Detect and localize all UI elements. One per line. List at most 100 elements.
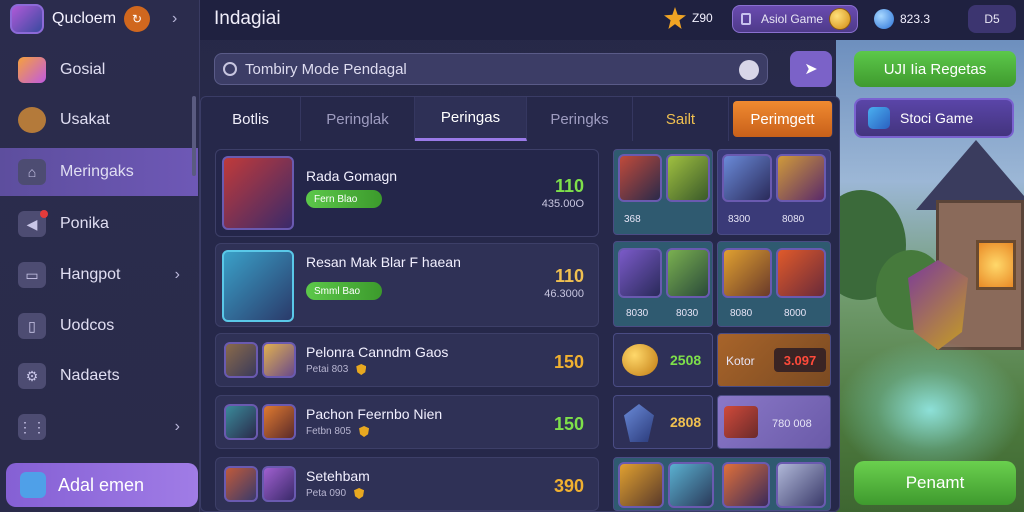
register-button[interactable]: UJI Iia Regetas <box>854 51 1016 87</box>
gems-counter: 823.3 <box>874 9 930 29</box>
hero-portrait <box>618 248 662 298</box>
sidebar-item-gosial[interactable]: Gosial <box>0 46 198 94</box>
list-item[interactable]: Resan Mak Blar F haean Smml Bao 110 46.3… <box>215 243 599 327</box>
search-input[interactable]: Tombiry Mode Pendagal <box>245 61 407 78</box>
reward-value: 2808 <box>670 414 702 430</box>
hero-portrait <box>262 342 296 378</box>
chevron-right-icon: › <box>174 266 180 283</box>
chevron-right-icon[interactable]: › <box>172 10 177 28</box>
tab-sailt[interactable]: Sailt <box>633 97 729 141</box>
row-value: 150 <box>553 352 584 372</box>
sidebar-item-usakat[interactable]: Usakat <box>0 96 198 144</box>
hero-portrait <box>722 462 770 508</box>
shop-card[interactable]: 780 008 <box>717 395 831 449</box>
hero-card-row[interactable] <box>613 457 831 511</box>
row-title: Pachon Feernbo Nien <box>306 406 443 422</box>
sidebar: Qucloem ↻ › Gosial Usakat ⌂ Meringaks ◀ … <box>0 0 200 512</box>
tag-pill: Smml Bao <box>306 282 382 300</box>
portal-glow-art <box>836 340 1024 480</box>
sidebar-item-ponika[interactable]: ◀ Ponika <box>0 200 198 248</box>
coin-icon <box>829 8 852 30</box>
add-game-button[interactable]: Adal emen <box>6 463 198 507</box>
kotor-label: Kotor <box>726 354 755 368</box>
search-bar[interactable]: Tombiry Mode Pendagal <box>214 53 768 85</box>
voice-search-icon[interactable] <box>739 60 759 80</box>
tab-peringlak[interactable]: Peringlak <box>301 97 415 141</box>
reward-value: 2508 <box>670 352 702 368</box>
refresh-icon[interactable]: ↻ <box>124 6 151 32</box>
tab-peringks[interactable]: Peringks <box>527 97 633 141</box>
game-box-icon <box>868 107 890 129</box>
cell-label: 8000 <box>784 308 807 319</box>
hero-portrait <box>224 404 258 440</box>
sidebar-item-label: Ponika <box>60 215 109 232</box>
row-sub-text: Fetbn 805 <box>306 426 352 438</box>
sidebar-item-label: Usakat <box>60 111 110 128</box>
ds-button[interactable]: D5 <box>968 5 1016 33</box>
sidebar-item-nadaets[interactable]: ⚙ Nadaets <box>0 352 198 400</box>
kotor-price: 3.097 <box>774 348 826 372</box>
sidebar-item-meringaks[interactable]: ⌂ Meringaks <box>0 148 198 196</box>
hero-card[interactable]: 8300 8080 <box>717 149 831 235</box>
penamt-button[interactable]: Penamt <box>854 461 1016 505</box>
row-title: Setehbam <box>306 468 370 484</box>
stars-counter: Z90 <box>664 7 713 29</box>
crystal-icon <box>624 404 654 442</box>
reward-card[interactable]: 2808 <box>613 395 713 449</box>
stoci-game-button[interactable]: Stoci Game <box>854 98 1014 138</box>
row-sub-value: 435.00O <box>541 198 584 210</box>
row-sub-text: Peta 090 <box>306 488 347 500</box>
sidebar-item-more[interactable]: ⋮⋮ › <box>0 403 198 451</box>
reward-card[interactable]: 2508 <box>613 333 713 387</box>
main-panel: Botlis Peringlak Peringas Peringks Sailt… <box>200 96 840 512</box>
tab-peringas[interactable]: Peringas <box>415 97 527 141</box>
hero-card[interactable]: 368 <box>613 149 713 235</box>
chevron-right-icon: › <box>174 418 180 435</box>
sidebar-item-label: Uodcos <box>60 317 115 334</box>
settings-icon: ⚙ <box>18 363 46 389</box>
list-item[interactable]: Pachon Feernbo Nien Fetbn 805 150 <box>215 395 599 449</box>
list-item[interactable]: Pelonra Canndm Gaos Petai 803 150 <box>215 333 599 387</box>
tab-perimgett[interactable]: Perimgett <box>733 101 833 137</box>
coin-bag-icon <box>18 107 46 133</box>
sidebar-item-hangpot[interactable]: ▭ Hangpot › <box>0 251 198 299</box>
row-sub-value: 46.3000 <box>544 288 584 300</box>
hero-portrait <box>224 342 258 378</box>
hero-portrait <box>222 250 294 322</box>
row-value: 110 <box>554 266 584 286</box>
share-button[interactable]: ➤ <box>790 51 832 87</box>
row-value: 110 <box>554 176 584 196</box>
gold-coin-icon <box>622 344 658 376</box>
grid-icon: ⋮⋮ <box>18 414 46 440</box>
hero-portrait <box>262 404 296 440</box>
tab-botlis[interactable]: Botlis <box>201 97 301 141</box>
row-sub-text: Petai 803 <box>306 364 349 376</box>
game-currency-pill[interactable]: Asiol Game <box>732 5 858 33</box>
inbox-icon: ▭ <box>18 262 46 288</box>
lit-window-art <box>976 240 1016 290</box>
cell-label: 8030 <box>676 308 699 319</box>
sidebar-scrollbar[interactable] <box>192 96 196 176</box>
sidebar-item-uodcos[interactable]: ▯ Uodcos <box>0 302 198 350</box>
tab-bar: Botlis Peringlak Peringas Peringks Sailt… <box>201 97 841 141</box>
hero-portrait <box>776 462 826 508</box>
kotor-card[interactable]: Kotor 3.097 <box>717 333 831 387</box>
cell-label: 8300 <box>728 214 751 225</box>
profile-header[interactable]: Qucloem ↻ › <box>10 4 177 34</box>
search-icon <box>223 62 237 76</box>
cell-label: 368 <box>624 214 641 225</box>
hero-card[interactable]: 8030 8030 <box>613 241 713 327</box>
hero-portrait <box>776 154 826 202</box>
stars-value: Z90 <box>692 11 713 25</box>
list-item[interactable]: Setehbam Peta 090 390 <box>215 457 599 511</box>
add-game-label: Adal emen <box>58 474 145 495</box>
hero-card[interactable]: 8080 8000 <box>717 241 831 327</box>
shop-price: 780 008 <box>772 418 812 430</box>
sidebar-item-label: Hangpot <box>60 266 121 283</box>
row-title: Resan Mak Blar F haean <box>306 254 461 270</box>
list-item[interactable]: Rada Gomagn Fern Blao 110 435.00O <box>215 149 599 237</box>
sidebar-item-label: Gosial <box>60 61 106 78</box>
avatar <box>10 4 44 34</box>
row-sub: Fetbn 805 <box>306 426 370 438</box>
gems-value: 823.3 <box>900 12 931 26</box>
